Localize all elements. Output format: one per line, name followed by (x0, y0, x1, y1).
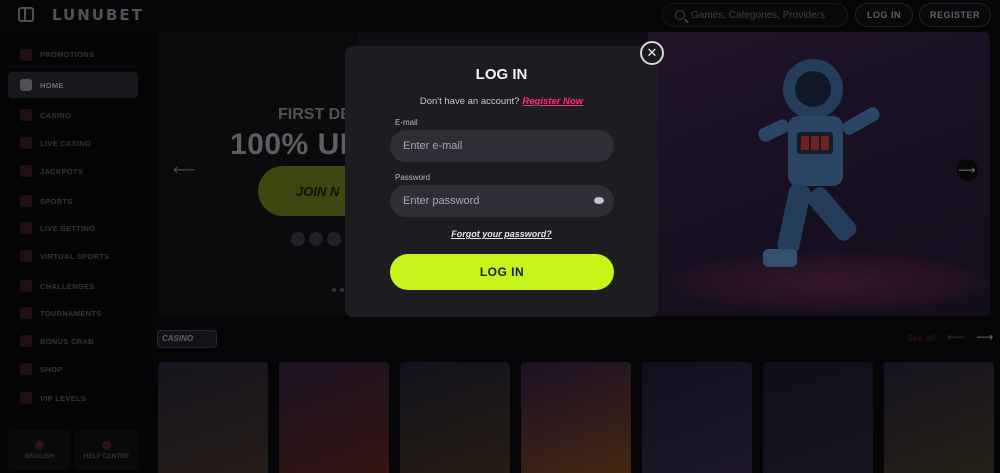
show-password-eye-icon[interactable] (594, 197, 604, 204)
signup-prompt: Don't have an account? Register Now (345, 96, 658, 107)
email-label: E-mail (395, 118, 418, 127)
password-field[interactable] (390, 185, 614, 217)
modal-title: LOG IN (475, 66, 528, 83)
page: LUNUBET LOG IN REGISTER PROMOTIONS HOME … (0, 0, 1000, 473)
login-modal: LOG IN Don't have an account? Register No… (345, 46, 658, 317)
register-now-link[interactable]: Register Now (522, 96, 583, 107)
password-label: Password (395, 173, 431, 182)
email-field[interactable] (390, 130, 614, 162)
forgot-password-link[interactable]: Forgot your password? (345, 229, 658, 239)
login-submit-button[interactable]: LOG IN (390, 254, 614, 290)
password-input[interactable] (403, 195, 583, 207)
email-input[interactable] (403, 140, 583, 152)
signup-prompt-text: Don't have an account? (419, 96, 520, 107)
close-icon[interactable]: ✕ (640, 41, 664, 65)
